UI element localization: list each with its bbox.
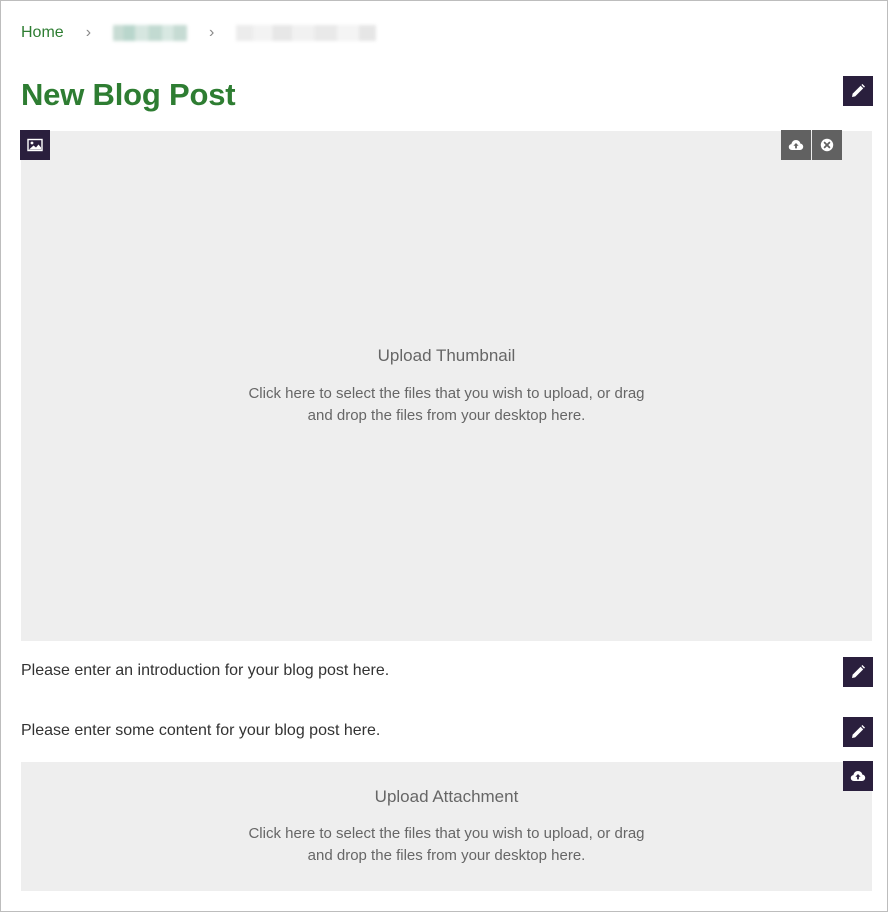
pencil-icon — [852, 84, 865, 97]
breadcrumb-current-redacted — [236, 25, 377, 41]
remove-thumbnail-button[interactable] — [812, 130, 842, 160]
breadcrumb-separator: › — [85, 24, 92, 41]
edit-introduction-button[interactable] — [843, 657, 873, 687]
image-icon — [27, 138, 43, 152]
thumbnail-dropzone[interactable]: Upload Thumbnail Click here to select th… — [21, 131, 872, 641]
dropzone-title: Upload Thumbnail — [377, 346, 516, 365]
page-frame: Home › › New Blog Post Upload Thumbnail … — [0, 0, 888, 912]
breadcrumb-item-redacted[interactable] — [113, 25, 188, 41]
introduction-field[interactable]: Please enter an introduction for your bl… — [21, 662, 389, 680]
cloud-upload-icon — [850, 771, 866, 781]
cloud-upload-icon — [788, 140, 804, 150]
upload-attachment-button[interactable] — [843, 761, 873, 791]
edit-title-button[interactable] — [843, 76, 873, 106]
close-circle-icon — [820, 138, 834, 152]
content-field[interactable]: Please enter some content for your blog … — [21, 722, 380, 740]
breadcrumb: Home › › — [21, 23, 377, 43]
dropzone-description: Click here to select the files that you … — [248, 385, 645, 424]
dropzone-description: Click here to select the files that you … — [248, 825, 645, 864]
page-title: New Blog Post — [21, 77, 236, 112]
pencil-icon — [852, 665, 865, 678]
dropzone-title: Upload Attachment — [374, 787, 519, 806]
pencil-icon — [852, 725, 865, 738]
attachment-dropzone[interactable]: Upload Attachment Click here to select t… — [21, 762, 872, 891]
upload-thumbnail-button[interactable] — [781, 130, 811, 160]
breadcrumb-separator: › — [209, 24, 215, 41]
breadcrumb-home-link[interactable]: Home — [21, 24, 64, 42]
edit-content-button[interactable] — [843, 717, 873, 747]
image-settings-button[interactable] — [20, 130, 50, 160]
